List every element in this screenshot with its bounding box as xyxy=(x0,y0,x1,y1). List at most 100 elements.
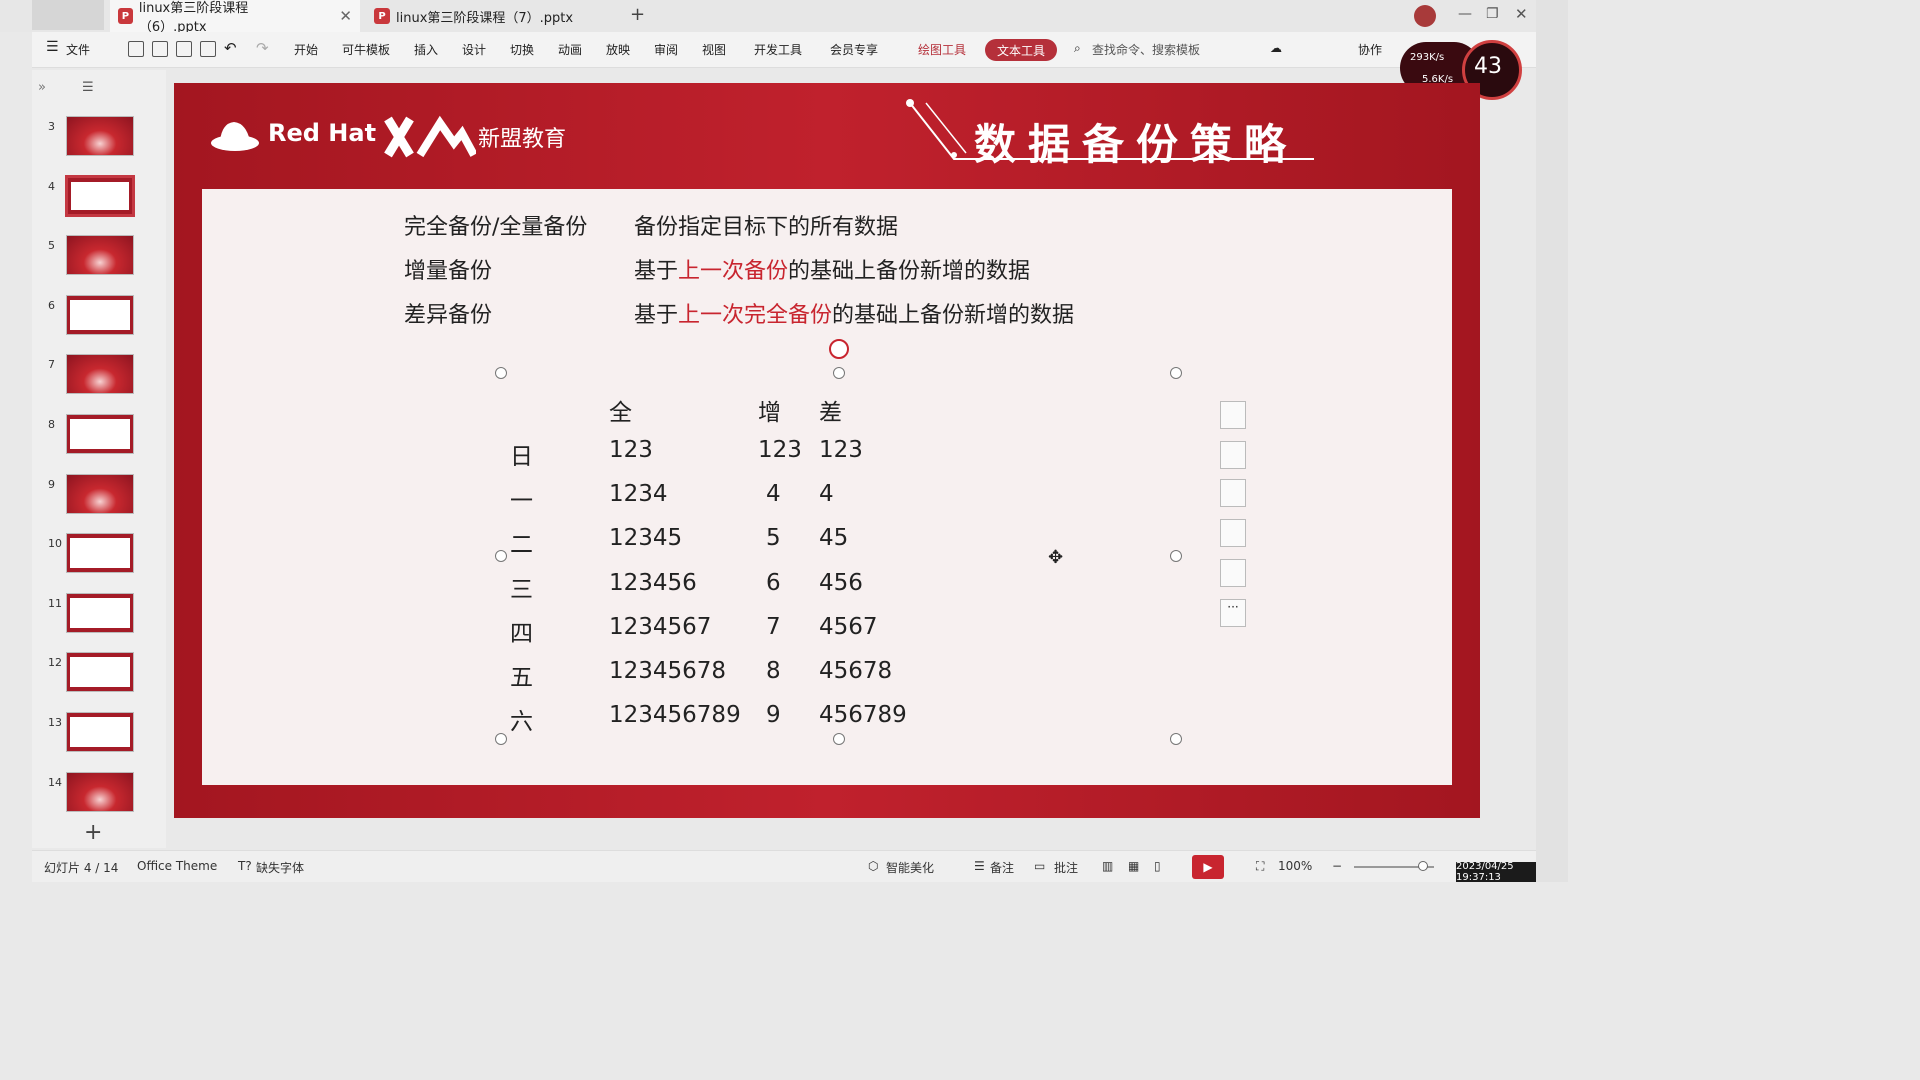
right-scroll-strip[interactable] xyxy=(1536,0,1568,882)
ribbon-menu-item[interactable]: 设计 xyxy=(462,41,486,58)
redhat-brand: Red Hat xyxy=(268,119,377,147)
slide-thumbnail[interactable] xyxy=(66,771,134,812)
reading-view-icon[interactable]: ▯ xyxy=(1154,859,1161,873)
slide-thumbnail[interactable] xyxy=(66,592,134,633)
cloud-icon[interactable]: ☁ xyxy=(1270,41,1282,55)
slide-thumbnail[interactable] xyxy=(66,473,134,514)
search-icon[interactable]: ⌕ xyxy=(1074,41,1081,56)
pen-icon[interactable] xyxy=(1220,441,1246,469)
definition-term[interactable]: 完全备份/全量备份 xyxy=(404,209,587,241)
slide-content-area: 完全备份/全量备份 备份指定目标下的所有数据增量备份 基于上一次备份的基础上备份新增… xyxy=(202,189,1452,785)
ribbon-menu-item[interactable]: 开发工具 xyxy=(754,41,802,58)
definition-term[interactable]: 增量备份 xyxy=(404,253,492,285)
normal-view-icon[interactable]: ▥ xyxy=(1102,859,1113,873)
avatar[interactable] xyxy=(1414,5,1436,27)
preview-icon[interactable] xyxy=(200,41,216,57)
definition-term[interactable]: 差异备份 xyxy=(404,297,492,329)
outline-view-icon[interactable]: ☰ xyxy=(82,80,94,95)
layers-icon[interactable] xyxy=(1220,401,1246,429)
table-header: 全 xyxy=(609,400,632,426)
text-tools-tab[interactable]: 文本工具 xyxy=(985,39,1057,61)
ribbon-menu-item[interactable]: 可牛模板 xyxy=(342,41,390,58)
play-slideshow-button[interactable]: ▶ xyxy=(1192,855,1224,879)
missing-font-icon[interactable]: T? xyxy=(238,859,252,873)
zoom-level[interactable]: 100% xyxy=(1278,859,1312,873)
slide-thumbnail[interactable] xyxy=(66,712,134,752)
missing-font-button[interactable]: 缺失字体 xyxy=(256,859,304,876)
ribbon-menu-item[interactable]: 插入 xyxy=(414,41,438,58)
hamburger-menu-icon[interactable]: ☰ xyxy=(46,39,59,55)
slide-thumbnail[interactable] xyxy=(65,174,135,217)
definition-description[interactable]: 备份指定目标下的所有数据 xyxy=(634,209,898,241)
slide-thumbnail[interactable] xyxy=(66,116,134,156)
notes-button[interactable]: 备注 xyxy=(990,859,1014,876)
document-tab-1[interactable]: P linux第三阶段课程（6）.pptx ✕ xyxy=(110,0,360,35)
selection-handle[interactable] xyxy=(833,367,845,379)
slide-thumbnail[interactable] xyxy=(66,652,134,693)
save-icon[interactable] xyxy=(128,41,144,57)
window-close-icon[interactable]: ✕ xyxy=(1515,5,1528,23)
ribbon-menu: ☰ 文件 ↶ ↷ 开始 可牛模板 插入 设计 切换 动画 放映 审阅 视图 开发工具 会员专享 绘图… xyxy=(32,32,1536,68)
ribbon-menu-item[interactable]: 放映 xyxy=(606,41,630,58)
selection-handle[interactable] xyxy=(833,733,845,745)
comments-icon[interactable]: ▭ xyxy=(1034,859,1045,873)
sorter-view-icon[interactable]: ▦ xyxy=(1128,859,1139,873)
rotate-handle-icon[interactable] xyxy=(829,339,849,359)
add-slide-icon[interactable]: + xyxy=(84,820,102,845)
notes-icon[interactable]: ☰ xyxy=(974,859,985,873)
ribbon-menu-item[interactable]: 动画 xyxy=(558,41,582,58)
ribbon-menu-item[interactable]: 审阅 xyxy=(654,41,678,58)
redhat-logo-icon xyxy=(210,117,260,153)
slide-thumbnail[interactable] xyxy=(66,235,134,276)
definition-description[interactable]: 基于上一次完全备份的基础上备份新增的数据 xyxy=(634,297,1074,329)
slide-thumbnail[interactable] xyxy=(66,533,134,574)
window-restore-icon[interactable]: ❐ xyxy=(1486,6,1499,22)
definition-description[interactable]: 基于上一次备份的基础上备份新增的数据 xyxy=(634,253,1030,285)
more-icon[interactable]: ··· xyxy=(1220,599,1246,627)
slide-title[interactable]: 数据备份策略 xyxy=(974,111,1298,172)
drawing-tools-tab[interactable]: 绘图工具 xyxy=(918,41,966,58)
fit-window-icon[interactable]: ⛶ xyxy=(1256,859,1264,874)
selection-handle[interactable] xyxy=(1170,367,1182,379)
export-icon[interactable] xyxy=(152,41,168,57)
frame-icon[interactable] xyxy=(1220,519,1246,547)
selection-handle[interactable] xyxy=(495,550,507,562)
table-cell: 456789 xyxy=(819,702,907,729)
new-tab-button[interactable]: + xyxy=(630,4,645,25)
zoom-slider-thumb[interactable] xyxy=(1418,861,1428,871)
table-cell: 12345 xyxy=(609,525,683,552)
window-menu-area[interactable] xyxy=(32,0,104,30)
ribbon-menu-item[interactable]: 视图 xyxy=(702,41,726,58)
ribbon-menu-item[interactable]: 开始 xyxy=(294,41,318,58)
slide-thumbnail[interactable] xyxy=(66,354,134,395)
command-search[interactable]: 查找命令、搜索模板 xyxy=(1092,41,1200,58)
selection-handle[interactable] xyxy=(495,367,507,379)
slide-canvas[interactable]: Red Hat 新盟教育 数据备份策略 完全备份/全量备份 备份指定目标下的所有数… xyxy=(174,83,1480,818)
table-cell: 123 xyxy=(819,437,863,463)
redo-icon[interactable]: ↷ xyxy=(256,39,269,57)
slide-thumbnail[interactable] xyxy=(66,414,134,454)
beautify-button[interactable]: 智能美化 xyxy=(886,859,934,876)
selection-handle[interactable] xyxy=(1170,733,1182,745)
xinmeng-brand: 新盟教育 xyxy=(478,127,567,152)
upload-speed: 293K/s xyxy=(1410,52,1445,63)
fill-icon[interactable] xyxy=(1220,479,1246,507)
selection-handle[interactable] xyxy=(495,733,507,745)
close-icon[interactable]: ✕ xyxy=(339,7,352,25)
collab-button[interactable]: 协作 xyxy=(1358,41,1382,58)
idea-icon[interactable] xyxy=(1220,559,1246,587)
expand-pane-icon[interactable]: » xyxy=(38,80,46,95)
ribbon-menu-item[interactable]: 会员专享 xyxy=(830,41,878,58)
file-menu[interactable]: 文件 xyxy=(66,41,90,58)
window-minimize-icon[interactable]: — xyxy=(1458,6,1472,22)
comments-button[interactable]: 批注 xyxy=(1054,859,1078,876)
beautify-icon[interactable]: ⬡ xyxy=(868,859,878,873)
undo-icon[interactable]: ↶ xyxy=(224,39,237,57)
zoom-out-icon[interactable]: − xyxy=(1332,859,1342,873)
document-tab-2[interactable]: P linux第三阶段课程（7）.pptx xyxy=(366,0,616,32)
thumbnail-number: 12 xyxy=(48,656,62,670)
print-icon[interactable] xyxy=(176,41,192,57)
ribbon-menu-item[interactable]: 切换 xyxy=(510,41,534,58)
selection-handle[interactable] xyxy=(1170,550,1182,562)
slide-thumbnail[interactable] xyxy=(66,294,134,335)
